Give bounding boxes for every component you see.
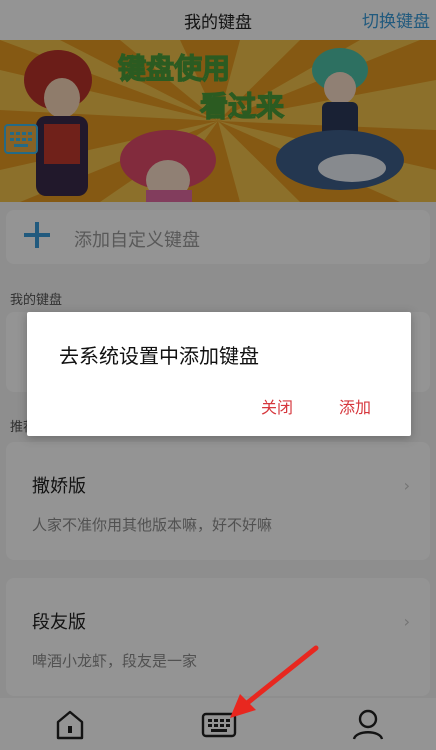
dialog-title: 去系统设置中添加键盘 (59, 344, 259, 368)
add-keyboard-dialog: 去系统设置中添加键盘 关闭 添加 (27, 312, 411, 436)
app-root: 我的键盘 切换键盘 键盘使用 看过来 添加自定义键盘 我的键盘 推荐 撒娇版 人… (0, 0, 436, 750)
close-button[interactable]: 关闭 (261, 394, 293, 418)
add-button[interactable]: 添加 (339, 394, 371, 418)
